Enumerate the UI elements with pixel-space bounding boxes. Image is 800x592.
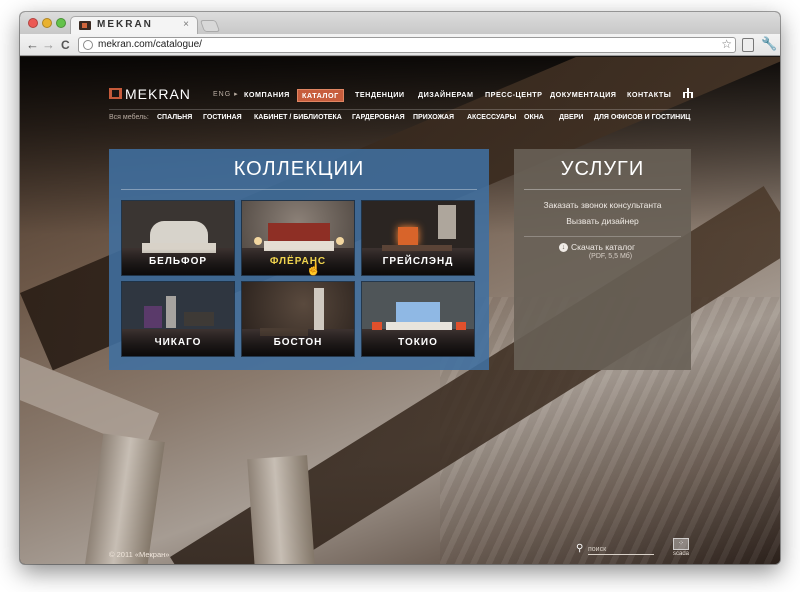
subnav-windows[interactable]: ОКНА bbox=[524, 114, 544, 121]
collection-label: ГРЕЙСЛЭНД bbox=[362, 249, 474, 275]
collections-divider bbox=[121, 189, 477, 190]
logo-text: MEKRAN bbox=[125, 86, 191, 102]
services-divider bbox=[524, 189, 681, 190]
nav-designers[interactable]: ДИЗАЙНЕРАМ bbox=[418, 90, 473, 99]
call-designer-link[interactable]: Вызвать дизайнер bbox=[514, 216, 691, 226]
logo-mark-icon bbox=[109, 88, 122, 99]
subnav-wardrobe[interactable]: ГАРДЕРОБНАЯ bbox=[352, 114, 405, 121]
hand-cursor-icon: ☝ bbox=[306, 262, 321, 276]
request-callback-link[interactable]: Заказать звонок консультанта bbox=[514, 200, 691, 210]
collection-tile-tokyo[interactable]: ТОКИО bbox=[361, 281, 475, 357]
back-button[interactable]: ← bbox=[26, 37, 39, 53]
page-menu-icon[interactable] bbox=[742, 38, 754, 52]
subnav-study[interactable]: КАБИНЕТ / БИБЛИОТЕКА bbox=[254, 114, 342, 121]
collection-label: БЕЛЬФОР bbox=[122, 249, 234, 275]
collection-label: ЧИКАГО bbox=[122, 330, 234, 356]
search-input[interactable] bbox=[588, 544, 654, 555]
browser-window: MEKRAN × ← → C mekran.com/catalogue/ ☆ 🔧… bbox=[20, 12, 780, 564]
site-logo[interactable]: MEKRAN bbox=[109, 86, 197, 102]
collection-tile-graceland[interactable]: ГРЕЙСЛЭНД bbox=[361, 200, 475, 276]
reload-button[interactable]: C bbox=[61, 37, 70, 53]
scada-badge[interactable]: ⁘ scada bbox=[672, 538, 690, 560]
address-url[interactable]: mekran.com/catalogue/ bbox=[98, 39, 202, 50]
collection-tile-boston[interactable]: БОСТОН bbox=[241, 281, 355, 357]
favicon-icon bbox=[79, 21, 91, 30]
download-icon: ↓ bbox=[559, 243, 568, 252]
window-minimize-button[interactable] bbox=[42, 18, 52, 28]
scada-label: scada bbox=[672, 551, 689, 557]
browser-tab[interactable]: MEKRAN × bbox=[70, 16, 198, 34]
background-plank bbox=[20, 357, 160, 451]
background-post bbox=[81, 433, 165, 564]
nav-trends[interactable]: ТЕНДЕНЦИИ bbox=[355, 90, 405, 99]
tab-title: MEKRAN bbox=[97, 19, 153, 30]
tab-bar: MEKRAN × bbox=[20, 12, 780, 34]
collections-title: КОЛЛЕКЦИИ bbox=[233, 158, 365, 180]
collection-tile-chicago[interactable]: ЧИКАГО bbox=[121, 281, 235, 357]
wrench-icon[interactable]: 🔧 bbox=[761, 36, 777, 52]
nav-documentation[interactable]: ДОКУМЕНТАЦИЯ bbox=[550, 90, 616, 99]
subnav-prefix: Вся мебель: bbox=[109, 114, 149, 121]
language-switch[interactable]: ENG ▸ bbox=[213, 90, 239, 98]
subnav-living-room[interactable]: ГОСТИНАЯ bbox=[203, 114, 242, 121]
bookmark-star-icon[interactable]: ☆ bbox=[721, 37, 732, 51]
globe-icon bbox=[83, 40, 93, 50]
tab-close-icon[interactable]: × bbox=[183, 19, 191, 30]
subnav-bedroom[interactable]: СПАЛЬНЯ bbox=[157, 114, 192, 121]
collection-label: ФЛЁРАНС bbox=[242, 249, 354, 275]
collections-panel: КОЛЛЕКЦИИ БЕЛЬФОР ФЛЁРАНС ГРЕЙСЛЭНД ЧИКА… bbox=[109, 149, 489, 370]
copyright-text: © 2011 «Мекран» bbox=[109, 550, 170, 559]
new-tab-button[interactable] bbox=[199, 20, 221, 32]
scada-logo-icon: ⁘ bbox=[673, 538, 689, 550]
sitemap-icon[interactable] bbox=[683, 88, 693, 98]
subnav-accessories[interactable]: АКСЕССУАРЫ bbox=[467, 114, 516, 121]
collection-label: ТОКИО bbox=[362, 330, 474, 356]
collection-tile-belfor[interactable]: БЕЛЬФОР bbox=[121, 200, 235, 276]
site-search: ⚲ bbox=[576, 543, 656, 556]
page-viewport: MEKRAN ENG ▸ КОМПАНИЯ КАТАЛОГ ТЕНДЕНЦИИ … bbox=[20, 57, 780, 564]
forward-button[interactable]: → bbox=[42, 37, 55, 53]
download-catalogue-link[interactable]: Скачать каталог bbox=[571, 242, 635, 252]
nav-company[interactable]: КОМПАНИЯ bbox=[244, 90, 290, 99]
services-panel: УСЛУГИ Заказать звонок консультанта Вызв… bbox=[514, 149, 691, 370]
nav-contacts[interactable]: КОНТАКТЫ bbox=[627, 90, 671, 99]
services-title: УСЛУГИ bbox=[560, 158, 645, 180]
collection-tile-florence[interactable]: ФЛЁРАНС bbox=[241, 200, 355, 276]
search-icon: ⚲ bbox=[576, 543, 584, 554]
window-maximize-button[interactable] bbox=[56, 18, 66, 28]
collection-label: БОСТОН bbox=[242, 330, 354, 356]
services-link-divider bbox=[524, 236, 681, 237]
background-post bbox=[247, 455, 317, 564]
download-file-meta: (PDF, 5,5 Мб) bbox=[588, 253, 633, 260]
subnav-doors[interactable]: ДВЕРИ bbox=[559, 114, 583, 121]
header-divider bbox=[109, 109, 691, 110]
nav-press-center[interactable]: ПРЕСС-ЦЕНТР bbox=[485, 90, 542, 99]
window-close-button[interactable] bbox=[28, 18, 38, 28]
browser-toolbar: ← → C mekran.com/catalogue/ ☆ 🔧 bbox=[20, 34, 780, 56]
nav-catalogue[interactable]: КАТАЛОГ bbox=[297, 89, 344, 102]
address-bar[interactable]: mekran.com/catalogue/ ☆ bbox=[78, 37, 736, 53]
subnav-offices-hotels[interactable]: ДЛЯ ОФИСОВ И ГОСТИНИЦ bbox=[594, 114, 690, 121]
subnav-hallway[interactable]: ПРИХОЖАЯ bbox=[413, 114, 454, 121]
